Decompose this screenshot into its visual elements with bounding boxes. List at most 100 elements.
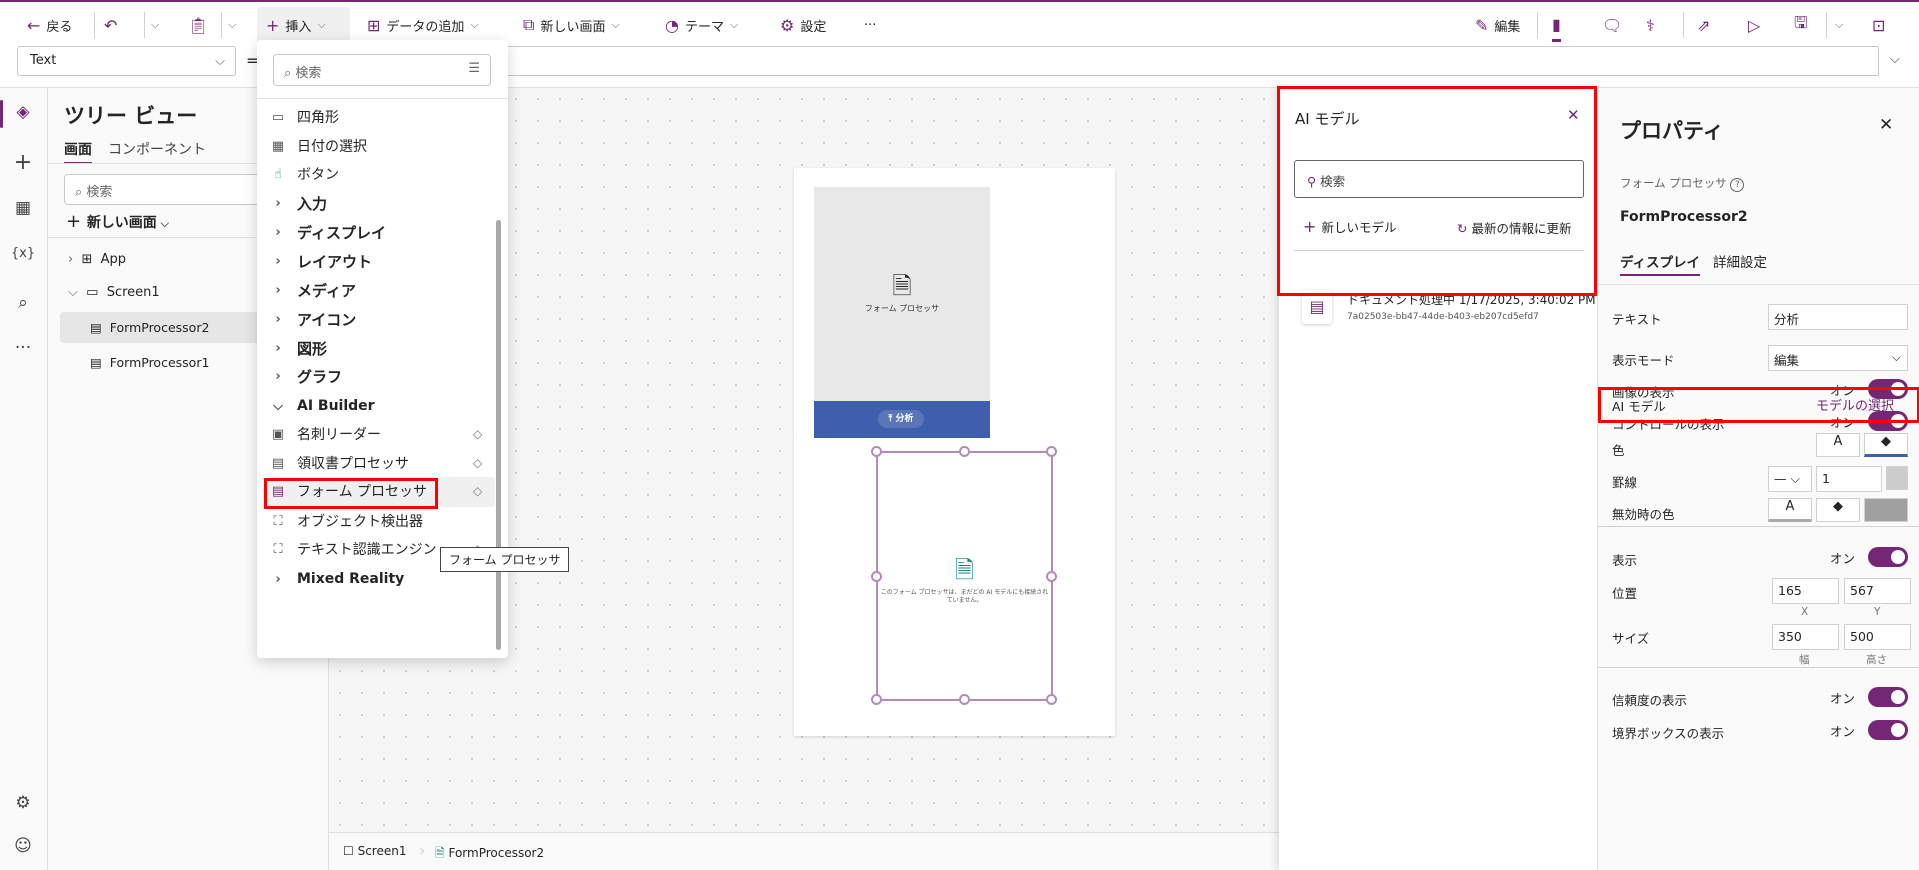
menu-category-display[interactable]: › ディスプレイ	[269, 219, 386, 245]
settings-button[interactable]: ⚙ 設定	[780, 10, 826, 40]
tab-display[interactable]: ディスプレイ	[1620, 251, 1701, 276]
new-screen-button[interactable]: + 新しい画面 ⌵	[66, 211, 169, 232]
insert-search-input[interactable]: ⌕ 検索 ☰	[273, 54, 491, 86]
tree-item-app[interactable]: › ⊞ App	[68, 252, 126, 267]
resize-handle[interactable]	[1046, 694, 1057, 705]
menu-item-receipt-processor[interactable]: ▤ 領収書プロセッサ	[269, 450, 409, 476]
settings-gear-icon[interactable]: ⚙	[0, 793, 46, 813]
undo-dropdown[interactable]: ⌵	[151, 10, 159, 40]
paste-dropdown[interactable]: ⌵	[228, 10, 236, 40]
tab-advanced[interactable]: 詳細設定	[1713, 251, 1767, 271]
resize-handle[interactable]	[871, 571, 882, 582]
comments-button[interactable]: 🗨︎	[1602, 10, 1622, 40]
more-button[interactable]: ···	[864, 10, 876, 40]
back-button[interactable]: ← 戻る	[27, 10, 72, 40]
disabled-font-color-picker[interactable]: A	[1768, 498, 1812, 522]
menu-item-text-recognizer[interactable]: ⛶ テキスト認識エンジン	[269, 536, 436, 562]
insert-plus-icon[interactable]: +	[0, 150, 46, 175]
tree-title: ツリー ビュー	[64, 104, 198, 128]
analyze-button[interactable]: ⤒ 分析	[878, 410, 924, 428]
add-data-button[interactable]: ⊞ データの追加 ⌵	[367, 10, 479, 40]
resize-handle[interactable]	[871, 694, 882, 705]
more-icon[interactable]: ···	[0, 338, 46, 358]
menu-scrollbar[interactable]	[496, 220, 501, 650]
screen1-artboard[interactable]: 🗎︎ フォーム プロセッサ ⤒ 分析 🗎︎ このフォーム プロセッサは、まだどの…	[794, 168, 1115, 736]
tab-screens[interactable]: 画面	[64, 139, 92, 164]
theme-button[interactable]: ◔ テーマ ⌵	[665, 10, 738, 40]
width-input[interactable]: 350	[1772, 624, 1839, 650]
tree-item-formprocessor1[interactable]: ▤ FormProcessor1	[90, 355, 209, 370]
resize-handle[interactable]	[959, 694, 970, 705]
display-mode-dropdown[interactable]: 編集 ⌵	[1768, 345, 1908, 371]
menu-item-button[interactable]: ☝ ボタン	[269, 161, 339, 187]
menu-item-business-card-reader[interactable]: ▣ 名刺リーダー	[269, 421, 381, 447]
resize-handle[interactable]	[1046, 446, 1057, 457]
checker-button[interactable]: ⚕	[1646, 10, 1655, 40]
variables-icon[interactable]: {x}	[0, 246, 46, 261]
close-icon[interactable]: ✕	[1879, 115, 1893, 135]
formprocessor2-control-selected[interactable]: 🗎︎ このフォーム プロセッサは、まだどの AI モデルにも接続されていません。	[871, 446, 1057, 705]
app-checker-active-button[interactable]: ▮	[1552, 10, 1561, 42]
font-color-picker[interactable]: A	[1816, 433, 1860, 457]
menu-category-ai-builder[interactable]: ⌵ AI Builder	[269, 393, 375, 419]
position-y-input[interactable]: 567	[1844, 578, 1911, 604]
position-x-input[interactable]: 165	[1772, 578, 1839, 604]
resize-handle[interactable]	[959, 446, 970, 457]
undo-button[interactable]: ↶	[104, 10, 117, 40]
model-id: 7a02503e-bb47-44de-b403-eb207cd5efd7	[1347, 312, 1539, 322]
save-button[interactable]: 🖫︎	[1794, 10, 1808, 40]
disabled-fill-color-picker[interactable]: ◆	[1816, 498, 1860, 522]
help-icon[interactable]: ?	[1730, 178, 1745, 192]
properties-panel: プロパティ ✕ フォーム プロセッサ ? FormProcessor2 ディスプ…	[1597, 88, 1919, 870]
new-screen-button[interactable]: ⧉ 新しい画面 ⌵	[523, 10, 620, 40]
save-dropdown[interactable]: ⌵	[1835, 10, 1843, 40]
menu-item-rectangle[interactable]: ▭ 四角形	[269, 104, 339, 130]
border-color-picker[interactable]	[1886, 466, 1908, 490]
text-input[interactable]: 分析	[1768, 304, 1908, 330]
menu-category-layout[interactable]: › レイアウト	[269, 248, 372, 274]
fill-color-picker[interactable]: ◆	[1864, 433, 1908, 457]
menu-item-date-picker[interactable]: ▦ 日付の選択	[269, 133, 367, 159]
disabled-border-color-picker[interactable]	[1864, 498, 1908, 522]
show-bbox-toggle[interactable]	[1868, 720, 1908, 740]
height-input[interactable]: 500	[1844, 624, 1911, 650]
preview-button[interactable]: ▷	[1748, 10, 1760, 40]
display-mode-label: 表示モード	[1612, 353, 1675, 368]
formprocessor1-control[interactable]: 🗎︎ フォーム プロセッサ ⤒ 分析	[814, 187, 990, 438]
border-style-dropdown[interactable]: — ⌵	[1768, 466, 1812, 492]
tree-view-layers-icon[interactable]: ◈	[0, 102, 46, 122]
font-color-icon: A	[1785, 499, 1795, 514]
filter-icon[interactable]: ☰	[468, 61, 480, 76]
paste-button[interactable]: 📋︎	[188, 10, 208, 40]
undo-icon: ↶	[104, 15, 118, 35]
border-width-input[interactable]: 1	[1816, 466, 1882, 492]
publish-button[interactable]: ⊡	[1872, 10, 1885, 40]
search-icon[interactable]: ⌕	[0, 293, 46, 313]
data-table-icon[interactable]: ▦	[0, 198, 46, 218]
edit-button[interactable]: ✎ 編集	[1475, 10, 1520, 40]
share-button[interactable]: ⇗	[1697, 10, 1710, 40]
copilot-bot-icon[interactable]: ☺	[0, 836, 46, 856]
visible-toggle[interactable]	[1868, 547, 1908, 567]
show-confidence-toggle[interactable]	[1868, 687, 1908, 707]
share-icon: ⇗	[1697, 15, 1711, 35]
menu-category-shapes[interactable]: › 図形	[269, 335, 327, 361]
menu-category-input[interactable]: › 入力	[269, 190, 327, 216]
button-cursor-icon: ☝	[274, 166, 282, 182]
insert-button[interactable]: + 挿入 ⌵	[257, 7, 350, 43]
menu-item-object-detector[interactable]: ⛶ オブジェクト検出器	[269, 508, 423, 534]
menu-category-icons[interactable]: › アイコン	[269, 306, 356, 332]
expand-formula-icon[interactable]: ⌵	[1890, 52, 1900, 67]
menu-category-charts[interactable]: › グラフ	[269, 363, 342, 389]
select-model-link[interactable]: モデルの選択	[1816, 395, 1894, 414]
tree-item-screen1[interactable]: ⌵ ▭ Screen1	[68, 285, 160, 300]
breadcrumb-formprocessor2[interactable]: 🗎︎ FormProcessor2	[435, 844, 544, 865]
tab-components[interactable]: コンポーネント	[108, 139, 206, 159]
resize-handle[interactable]	[1046, 571, 1057, 582]
menu-category-media[interactable]: › メディア	[269, 277, 356, 303]
breadcrumb-screen1[interactable]: ☐ Screen1	[343, 844, 406, 858]
menu-item-label: 名刺リーダー	[297, 427, 381, 443]
menu-category-mixed-reality[interactable]: › Mixed Reality	[269, 566, 404, 592]
resize-handle[interactable]	[871, 446, 882, 457]
property-dropdown[interactable]: Text ⌵	[17, 46, 236, 76]
